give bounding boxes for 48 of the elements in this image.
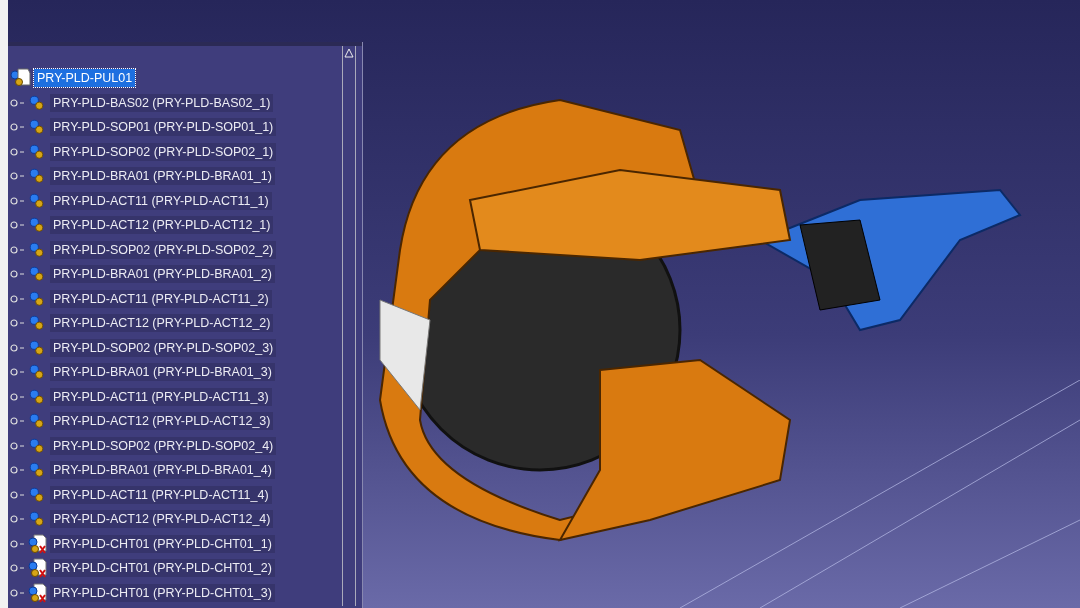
tree-connector-icon: [10, 538, 26, 549]
tree-item[interactable]: PRY-PLD-ACT12 (PRY-PLD-ACT12_1): [50, 216, 274, 235]
tree-item[interactable]: PRY-PLD-BRA01 (PRY-PLD-BRA01_1): [50, 167, 275, 186]
tree-item[interactable]: PRY-PLD-BAS02 (PRY-PLD-BAS02_1): [50, 93, 274, 112]
tree-item[interactable]: PRY-PLD-ACT12 (PRY-PLD-ACT12_2): [50, 314, 274, 333]
scrollbar[interactable]: [342, 46, 356, 606]
tree-item[interactable]: PRY-PLD-SOP02 (PRY-PLD-SOP02_1): [50, 142, 277, 161]
tree-connector-icon: [10, 440, 26, 451]
tree-root-item[interactable]: PRY-PLD-PUL01: [34, 69, 136, 88]
tree-connector-icon: [10, 489, 26, 500]
tree-item[interactable]: PRY-PLD-ACT11 (PRY-PLD-ACT11_3): [50, 387, 272, 406]
tree-connector-icon: [10, 220, 26, 231]
tree-connector-icon: [10, 269, 26, 280]
tree-item[interactable]: PRY-PLD-SOP01 (PRY-PLD-SOP01_1): [50, 118, 277, 137]
tree-connector-icon: [10, 587, 26, 598]
tree-connector-icon: [10, 416, 26, 427]
tree-item[interactable]: PRY-PLD-CHT01 (PRY-PLD-CHT01_2): [50, 559, 275, 578]
part-document-icon: [28, 558, 48, 579]
tree-connector-icon: [10, 244, 26, 255]
tree-connector-icon: [10, 342, 26, 353]
tree-item[interactable]: PRY-PLD-ACT11 (PRY-PLD-ACT11_4): [50, 485, 272, 504]
tree-connector-icon: [10, 465, 26, 476]
tree-connector-icon: [10, 367, 26, 378]
tree-connector-icon: [10, 146, 26, 157]
tree-item[interactable]: PRY-PLD-BRA01 (PRY-PLD-BRA01_3): [50, 363, 275, 382]
tree-item[interactable]: PRY-PLD-BRA01 (PRY-PLD-BRA01_2): [50, 265, 275, 284]
part-document-icon: [28, 533, 48, 554]
tree-connector-icon: [10, 293, 26, 304]
tree-item[interactable]: PRY-PLD-CHT01 (PRY-PLD-CHT01_3): [50, 583, 275, 602]
tree-connector-icon: [10, 514, 26, 525]
tree-item[interactable]: PRY-PLD-ACT12 (PRY-PLD-ACT12_4): [50, 510, 274, 529]
tree-item[interactable]: PRY-PLD-BRA01 (PRY-PLD-BRA01_4): [50, 461, 275, 480]
tree-item[interactable]: PRY-PLD-ACT11 (PRY-PLD-ACT11_2): [50, 289, 272, 308]
tree-item[interactable]: PRY-PLD-ACT11 (PRY-PLD-ACT11_1): [50, 191, 272, 210]
tree-connector-icon: [10, 563, 26, 574]
tree-item[interactable]: PRY-PLD-SOP02 (PRY-PLD-SOP02_2): [50, 240, 277, 259]
tree-item[interactable]: PRY-PLD-SOP02 (PRY-PLD-SOP02_4): [50, 436, 277, 455]
part-document-icon: [28, 582, 48, 603]
tree-connector-icon: [10, 97, 26, 108]
tree-item[interactable]: PRY-PLD-CHT01 (PRY-PLD-CHT01_1): [50, 534, 275, 553]
scroll-up-icon[interactable]: [344, 48, 354, 58]
tree-item[interactable]: PRY-PLD-SOP02 (PRY-PLD-SOP02_3): [50, 338, 277, 357]
tree-connector-icon: [10, 171, 26, 182]
tree-connector-icon: [10, 195, 26, 206]
tree-connector-icon: [10, 391, 26, 402]
tree-connector-icon: [10, 318, 26, 329]
tree-connector-icon: [10, 122, 26, 133]
tree-item[interactable]: PRY-PLD-ACT12 (PRY-PLD-ACT12_3): [50, 412, 274, 431]
